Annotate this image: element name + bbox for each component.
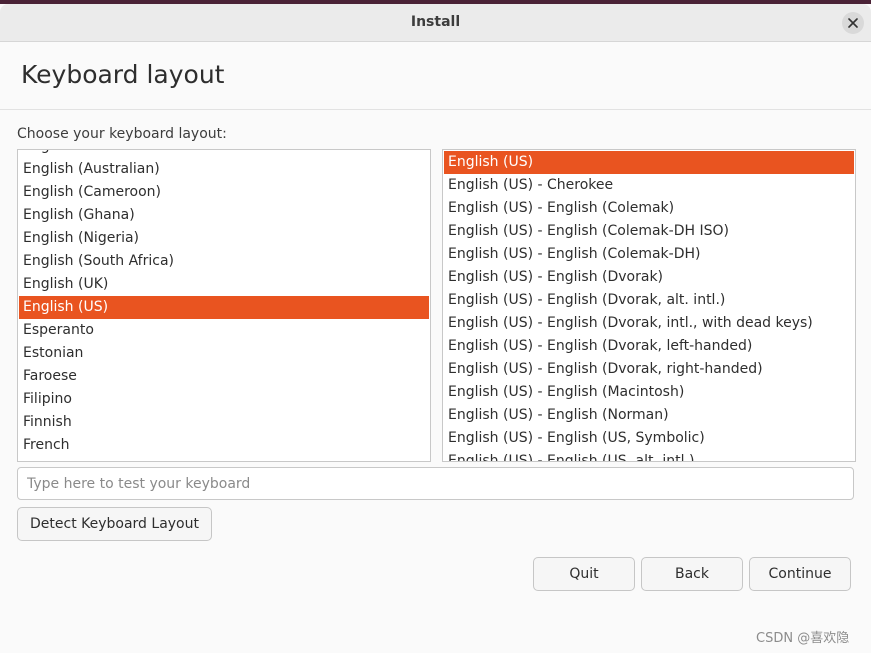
variant-list-item[interactable]: English (US) - English (Colemak-DH) [444, 243, 854, 266]
installer-window: Install Keyboard layout Choose your keyb… [0, 0, 871, 653]
variant-list-item[interactable]: English (US) - English (Colemak) [444, 197, 854, 220]
variant-list-item[interactable]: English (US) - English (Dvorak, right-ha… [444, 358, 854, 381]
layout-list-item[interactable]: Esperanto [19, 319, 429, 342]
layout-list-item[interactable]: Estonian [19, 342, 429, 365]
close-icon [848, 18, 858, 28]
layout-list[interactable]: EnglishEnglish (Australian)English (Came… [17, 149, 431, 462]
variant-list-item[interactable]: English (US) - English (Colemak-DH ISO) [444, 220, 854, 243]
layout-list-item[interactable]: Faroese [19, 365, 429, 388]
page-header: Keyboard layout [0, 42, 871, 110]
layout-list-item[interactable]: English (Australian) [19, 158, 429, 181]
variant-list-item[interactable]: English (US) [444, 151, 854, 174]
variant-list[interactable]: English (US) English (US) - Cherokee Engli… [442, 149, 856, 462]
layout-list-item[interactable]: English (US) [19, 296, 429, 319]
layout-list-item[interactable]: Finnish [19, 411, 429, 434]
variant-list-item[interactable]: English (US) - English (Dvorak, alt. int… [444, 289, 854, 312]
variant-list-item[interactable]: English (US) - Cherokee [444, 174, 854, 197]
layout-list-items: EnglishEnglish (Australian)English (Came… [18, 150, 430, 461]
variant-list-item[interactable]: English (US) - English (Dvorak) [444, 266, 854, 289]
variant-list-items: English (US) English (US) - Cherokee Engli… [443, 151, 855, 461]
layout-list-item[interactable]: French [19, 434, 429, 457]
title-bar[interactable]: Install [0, 4, 871, 42]
layout-list-item[interactable]: English [19, 150, 429, 158]
variant-list-item[interactable]: English (US) - English (Norman) [444, 404, 854, 427]
window-title: Install [410, 14, 461, 30]
layout-list-item[interactable]: French (Canada) [19, 457, 429, 461]
layout-list-item[interactable]: Filipino [19, 388, 429, 411]
back-button[interactable]: Back [641, 557, 743, 591]
quit-button[interactable]: Quit [533, 557, 635, 591]
keyboard-test-input[interactable] [17, 467, 854, 500]
watermark: CSDN @喜欢隐 [756, 631, 850, 646]
variant-list-item[interactable]: English (US) - English (Macintosh) [444, 381, 854, 404]
continue-button[interactable]: Continue [749, 557, 851, 591]
layout-list-item[interactable]: English (South Africa) [19, 250, 429, 273]
detect-keyboard-layout-button[interactable]: Detect Keyboard Layout [17, 507, 212, 541]
variant-list-item[interactable]: English (US) - English (US, alt. intl.) [444, 450, 854, 461]
layout-list-item[interactable]: English (Ghana) [19, 204, 429, 227]
layout-list-item[interactable]: English (UK) [19, 273, 429, 296]
variant-list-item[interactable]: English (US) - English (Dvorak, intl., w… [444, 312, 854, 335]
layout-prompt-label: Choose your keyboard layout: [17, 126, 227, 142]
close-button[interactable] [842, 12, 864, 34]
page-title: Keyboard layout [21, 60, 225, 89]
layout-list-item[interactable]: English (Nigeria) [19, 227, 429, 250]
variant-list-item[interactable]: English (US) - English (Dvorak, left-han… [444, 335, 854, 358]
variant-list-item[interactable]: English (US) - English (US, Symbolic) [444, 427, 854, 450]
layout-list-item[interactable]: English (Cameroon) [19, 181, 429, 204]
